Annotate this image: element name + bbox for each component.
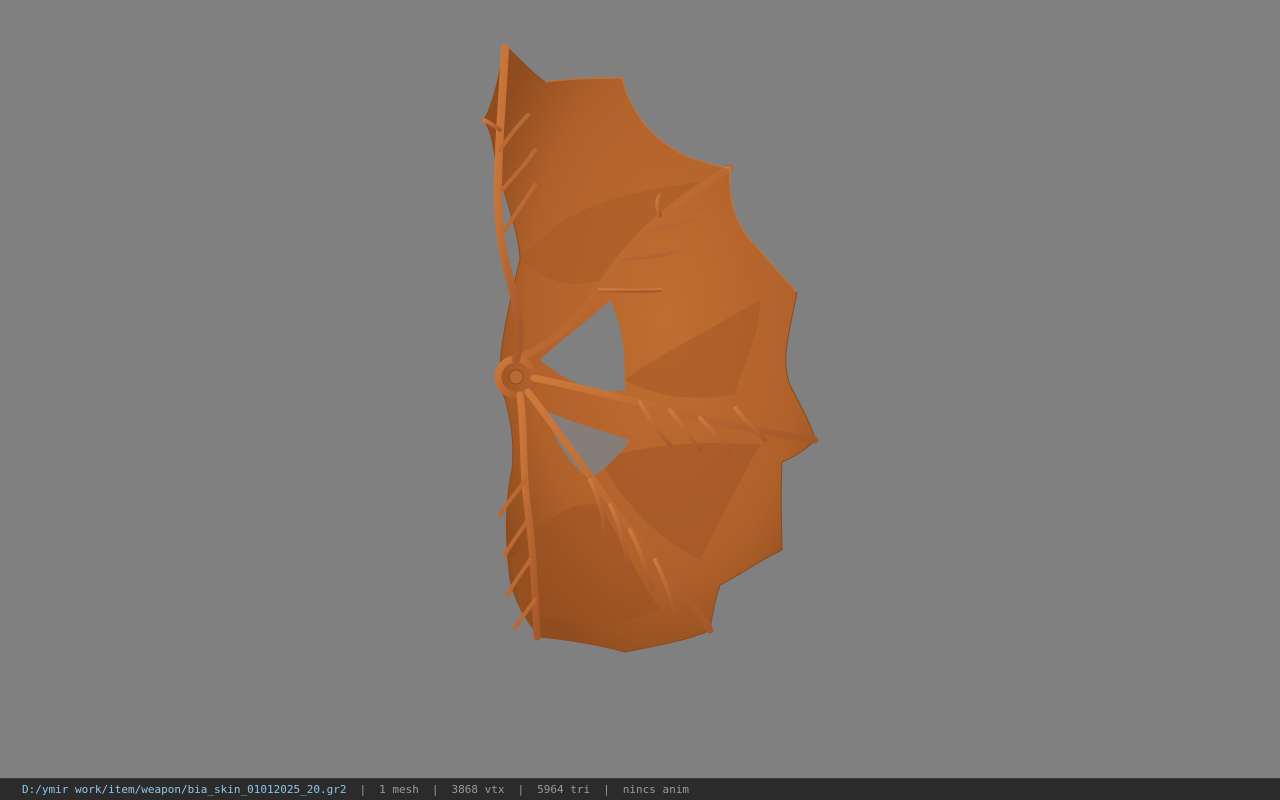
file-path: D:/ymir work/item/weapon/bia_skin_010120… xyxy=(22,783,347,796)
vertex-count: 3868 vtx xyxy=(451,783,505,796)
mesh-count: 1 mesh xyxy=(379,783,419,796)
3d-viewport[interactable] xyxy=(0,0,1280,778)
separator: | xyxy=(359,783,367,796)
status-bar: D:/ymir work/item/weapon/bia_skin_010120… xyxy=(0,778,1280,800)
triangle-count: 5964 tri xyxy=(537,783,591,796)
model-render xyxy=(482,43,819,653)
separator: | xyxy=(603,783,610,796)
separator: | xyxy=(517,783,525,796)
anim-status: nincs anim xyxy=(622,783,689,796)
separator: | xyxy=(431,783,439,796)
stem-ring-inner xyxy=(508,369,524,385)
